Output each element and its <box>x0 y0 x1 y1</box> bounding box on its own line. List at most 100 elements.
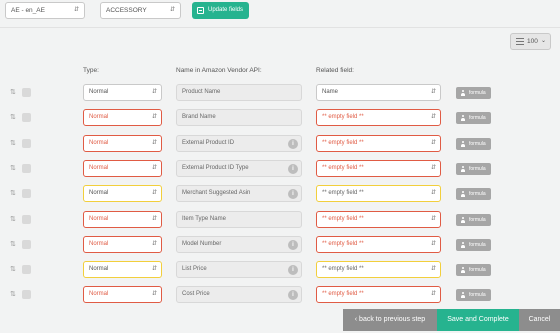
sort-arrows-icon[interactable]: ⇅ <box>10 215 16 223</box>
api-field-name: External Product ID Type i <box>176 159 302 177</box>
formula-button[interactable]: formula <box>456 213 491 226</box>
type-select-value: Normal <box>89 291 109 298</box>
related-field-select[interactable]: ** empty field ** ⇵ <box>316 159 441 177</box>
row-checkbox[interactable] <box>22 265 31 275</box>
formula-button[interactable]: formula <box>456 112 491 125</box>
formula-button[interactable]: formula <box>456 162 491 175</box>
type-select-value: Normal <box>89 114 109 121</box>
row-checkbox[interactable] <box>22 239 31 249</box>
language-select-value: AE - en_AE <box>11 7 45 14</box>
formula-label: formula <box>469 165 486 172</box>
formula-button[interactable]: formula <box>456 264 491 277</box>
related-field-select[interactable]: ** empty field ** ⇵ <box>316 210 441 228</box>
related-field-select[interactable]: ** empty field ** ⇵ <box>316 286 441 304</box>
select-arrows-icon: ⇵ <box>73 7 79 13</box>
row-checkbox[interactable] <box>22 113 31 123</box>
update-fields-button[interactable]: Update fields <box>192 2 249 19</box>
related-field-select[interactable]: ** empty field ** ⇵ <box>316 109 441 127</box>
formula-button[interactable]: formula <box>456 238 491 251</box>
formula-button[interactable]: formula <box>456 137 491 150</box>
type-select-value: Normal <box>89 240 109 247</box>
user-icon <box>460 267 466 274</box>
save-complete-button[interactable]: Save and Complete <box>437 309 519 331</box>
table-row: ⇅ Normal ⇵ Item Type Name ** empty field ** ⇵… <box>0 209 560 234</box>
user-icon <box>460 191 466 198</box>
table-row: ⇅ Normal ⇵ List Price i ** empty field ** ⇵ for… <box>0 259 560 284</box>
sort-arrows-icon[interactable]: ⇅ <box>10 189 16 197</box>
api-field-label: List Price <box>182 266 207 273</box>
type-select[interactable]: Normal ⇵ <box>83 185 162 203</box>
api-field-name: Cost Price i <box>176 286 302 304</box>
select-arrows-icon: ⇵ <box>151 266 157 273</box>
column-header-api: Name in Amazon Vendor API: <box>176 67 262 74</box>
list-icon <box>516 38 524 45</box>
row-checkbox[interactable] <box>22 138 31 148</box>
type-select[interactable]: Normal ⇵ <box>83 84 162 101</box>
related-field-select[interactable]: Name ⇵ <box>316 84 441 101</box>
related-field-select[interactable]: ** empty field ** ⇵ <box>316 261 441 279</box>
api-field-name: Brand Name <box>176 109 302 127</box>
sort-arrows-icon[interactable]: ⇅ <box>10 290 16 298</box>
api-field-label: Brand Name <box>182 114 216 121</box>
type-select[interactable]: Normal ⇵ <box>83 261 162 279</box>
language-select[interactable]: AE - en_AE ⇵ <box>5 2 85 19</box>
page-size-select[interactable]: 100 ⌄ <box>510 33 551 50</box>
related-field-select[interactable]: ** empty field ** ⇵ <box>316 235 441 253</box>
sort-arrows-icon[interactable]: ⇅ <box>10 139 16 147</box>
info-icon[interactable]: i <box>288 189 298 200</box>
formula-button[interactable]: formula <box>456 289 491 302</box>
select-arrows-icon: ⇵ <box>151 114 157 121</box>
sort-arrows-icon[interactable]: ⇅ <box>10 164 16 172</box>
table-row: ⇅ Normal ⇵ External Product ID i ** empty fie… <box>0 133 560 158</box>
cancel-button[interactable]: Cancel <box>519 309 560 331</box>
select-arrows-icon: ⇵ <box>151 89 157 95</box>
row-checkbox[interactable] <box>22 88 31 97</box>
api-field-name: Item Type Name <box>176 210 302 228</box>
related-field-value: ** empty field ** <box>322 215 364 222</box>
row-checkbox[interactable] <box>22 163 31 173</box>
type-select[interactable]: Normal ⇵ <box>83 286 162 304</box>
related-field-value: ** empty field ** <box>322 114 364 121</box>
related-field-value: ** empty field ** <box>322 240 364 247</box>
api-field-label: Item Type Name <box>182 215 226 222</box>
info-icon[interactable]: i <box>288 163 298 174</box>
type-select[interactable]: Normal ⇵ <box>83 109 162 127</box>
info-icon[interactable]: i <box>288 138 298 149</box>
formula-button[interactable]: formula <box>456 188 491 201</box>
row-checkbox[interactable] <box>22 189 31 199</box>
type-select-value: Normal <box>89 266 109 273</box>
select-arrows-icon: ⇵ <box>151 139 157 146</box>
formula-label: formula <box>469 140 486 147</box>
select-arrows-icon: ⇵ <box>151 240 157 247</box>
related-field-select[interactable]: ** empty field ** ⇵ <box>316 134 441 152</box>
sort-arrows-icon[interactable]: ⇅ <box>10 88 16 96</box>
type-select-value: Normal <box>89 190 109 197</box>
select-arrows-icon: ⇵ <box>151 215 157 222</box>
back-button[interactable]: ‹ back to previous step <box>343 309 437 331</box>
sort-arrows-icon[interactable]: ⇅ <box>10 240 16 248</box>
select-arrows-icon: ⇵ <box>151 164 157 171</box>
table-row: ⇅ Normal ⇵ Cost Price i ** empty field ** ⇵ for… <box>0 284 560 309</box>
formula-button[interactable]: formula <box>456 87 491 99</box>
column-header-type: Type: <box>83 67 99 74</box>
info-icon[interactable]: i <box>288 239 298 250</box>
type-select-value: Normal <box>89 89 109 95</box>
type-select[interactable]: Normal ⇵ <box>83 159 162 177</box>
select-arrows-icon: ⇵ <box>430 291 436 298</box>
sort-arrows-icon[interactable]: ⇅ <box>10 265 16 273</box>
row-checkbox[interactable] <box>22 290 31 300</box>
type-select[interactable]: Normal ⇵ <box>83 210 162 228</box>
type-select[interactable]: Normal ⇵ <box>83 134 162 152</box>
user-icon <box>460 115 466 122</box>
row-checkbox[interactable] <box>22 214 31 224</box>
category-select[interactable]: ACCESSORY ⇵ <box>100 2 181 19</box>
type-select[interactable]: Normal ⇵ <box>83 235 162 253</box>
info-icon[interactable]: i <box>288 265 298 276</box>
related-field-select[interactable]: ** empty field ** ⇵ <box>316 185 441 203</box>
sort-arrows-icon[interactable]: ⇅ <box>10 113 16 121</box>
info-icon[interactable]: i <box>288 290 298 301</box>
user-icon <box>460 165 466 172</box>
category-select-value: ACCESSORY <box>106 7 147 14</box>
select-arrows-icon: ⇵ <box>430 114 436 121</box>
select-arrows-icon: ⇵ <box>430 139 436 146</box>
